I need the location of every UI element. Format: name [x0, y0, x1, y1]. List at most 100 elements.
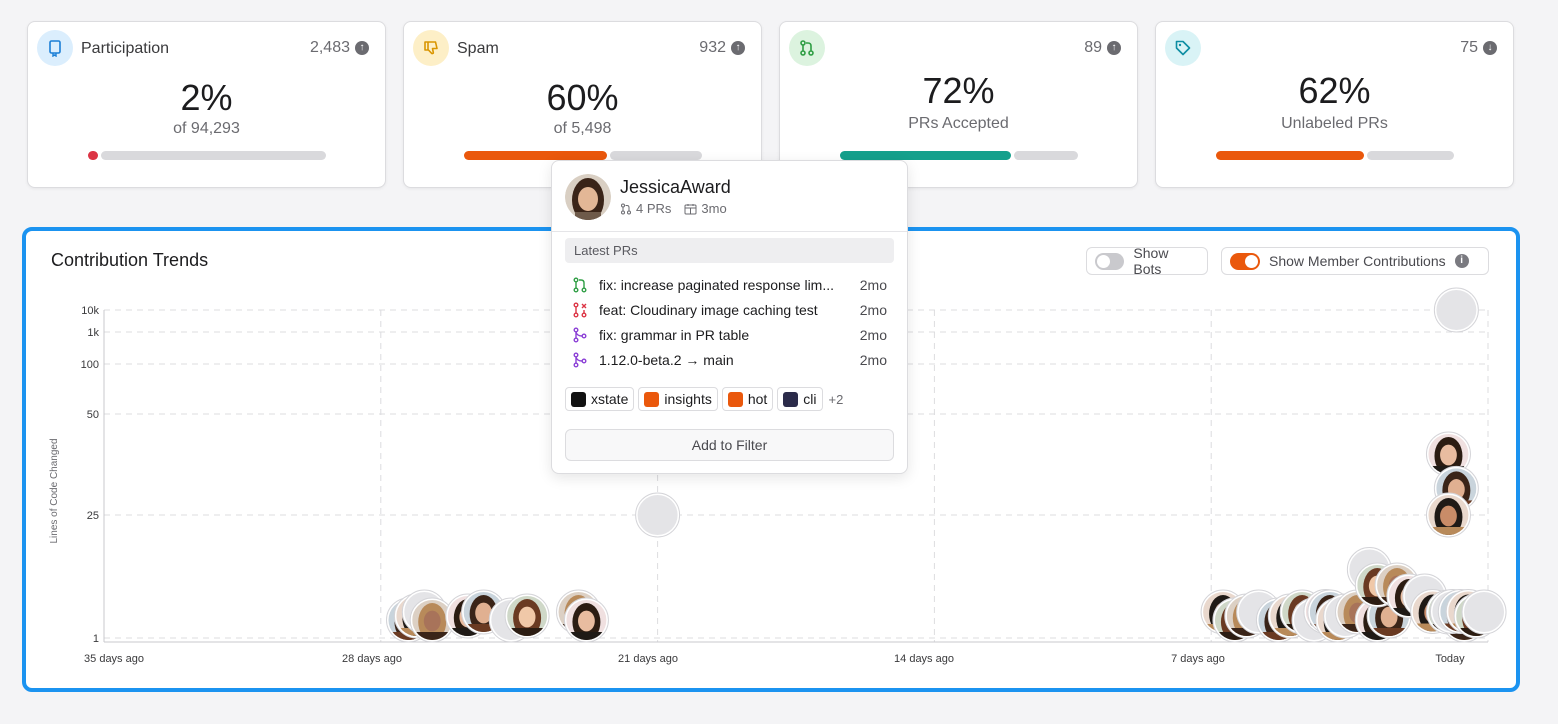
contributor-avatar-point[interactable] — [563, 597, 609, 652]
contributor-avatar[interactable] — [565, 174, 611, 220]
latest-pr-item[interactable]: 1.12.0-beta.2 → main 2mo — [572, 350, 887, 370]
repo-list: xstate insights hot cli +2 — [565, 387, 843, 411]
progress-remainder — [1367, 151, 1454, 160]
x-tick-label: 14 days ago — [894, 653, 954, 665]
repo-name: cli — [803, 391, 817, 407]
card-subtitle: of 5,498 — [553, 120, 612, 137]
card-subtitle: PRs Accepted — [908, 115, 1009, 132]
progress-fill — [464, 151, 607, 160]
stat-card[interactable]: Participation 2,483 ↑ 2% of 94,293 — [27, 21, 386, 188]
repo-name: insights — [664, 391, 712, 407]
card-count-value: 75 — [1460, 39, 1478, 56]
pr-time: 2mo — [859, 352, 887, 368]
contributor-popover: JessicaAward 4 PRs 3mo Latest PRs fix: i… — [551, 160, 908, 474]
add-to-filter-button[interactable]: Add to Filter — [565, 429, 894, 461]
pull-request-icon — [621, 203, 631, 214]
divider — [552, 231, 907, 232]
merged-pr-icon — [573, 352, 587, 368]
arrow-up-icon: ↑ — [1107, 41, 1121, 55]
y-tick-label: 50 — [87, 409, 99, 421]
card-percentage: 62% — [1298, 70, 1371, 111]
latest-pr-item[interactable]: fix: increase paginated response lim... … — [572, 275, 887, 295]
calendar-icon — [684, 203, 697, 214]
progress-bar — [840, 151, 1078, 160]
bookmark-icon — [37, 30, 73, 66]
contributor-avatar-point[interactable] — [635, 492, 681, 538]
pull-request-icon — [789, 30, 825, 66]
card-title: Participation — [81, 40, 170, 57]
x-tick-label: 35 days ago — [84, 653, 144, 665]
contributor-avatar-point[interactable] — [1425, 492, 1471, 547]
card-subtitle: of 94,293 — [173, 120, 240, 137]
pr-time: 2mo — [859, 327, 887, 343]
repo-logo-icon — [783, 391, 799, 407]
card-count: 2,483 ↑ — [310, 39, 369, 57]
more-repos-count[interactable]: +2 — [829, 392, 844, 407]
card-title: Spam — [457, 40, 499, 57]
card-count-value: 932 — [699, 39, 726, 56]
pr-time: 2mo — [859, 277, 887, 293]
repo-logo-icon — [644, 391, 660, 407]
repo-chip[interactable]: cli — [777, 387, 823, 411]
progress-fill — [840, 151, 1011, 160]
latest-pr-item[interactable]: fix: grammar in PR table 2mo — [572, 325, 887, 345]
pr-title: fix: grammar in PR table — [599, 327, 750, 343]
contributor-avatar-point[interactable] — [1433, 287, 1479, 333]
x-tick-label: 21 days ago — [618, 653, 678, 665]
y-axis-label: Lines of Code Changed — [49, 438, 60, 543]
arrow-up-icon: ↑ — [731, 41, 745, 55]
card-count: 89 ↑ — [1084, 39, 1121, 57]
x-tick-label: 7 days ago — [1171, 653, 1225, 665]
arrow-up-icon: ↑ — [355, 41, 369, 55]
repo-chip[interactable]: insights — [638, 387, 718, 411]
progress-fill — [88, 151, 98, 160]
card-count-value: 2,483 — [309, 39, 350, 56]
y-tick-label: 100 — [81, 359, 99, 371]
thumbs-down-icon — [413, 30, 449, 66]
tenure-text: 3mo — [701, 201, 727, 216]
contributor-name[interactable]: JessicaAward — [620, 177, 731, 198]
repo-logo-icon — [571, 391, 586, 407]
card-percentage: 72% — [922, 70, 995, 111]
x-tick-label: Today — [1435, 653, 1465, 665]
y-tick-label: 1 — [93, 633, 99, 645]
card-subtitle: Unlabeled PRs — [1281, 115, 1388, 132]
card-count: 932 ↑ — [699, 39, 745, 57]
repo-chip[interactable]: xstate — [565, 387, 635, 411]
pr-title: 1.12.0-beta.2 → main — [599, 352, 734, 368]
pr-title: feat: Cloudinary image caching test — [599, 302, 818, 318]
contributor-avatar-point[interactable] — [1461, 589, 1507, 635]
pr-time: 2mo — [859, 302, 887, 318]
progress-bar — [88, 151, 326, 160]
progress-remainder — [101, 151, 326, 160]
tenure: 3mo — [684, 201, 727, 216]
tag-icon — [1165, 30, 1201, 66]
y-tick-label: 25 — [87, 510, 99, 522]
y-tick-label: 10k — [81, 305, 99, 317]
repo-name: xstate — [591, 391, 629, 407]
progress-bar — [464, 151, 702, 160]
stat-card[interactable]: 75 ↓ 62% Unlabeled PRs — [1155, 21, 1514, 188]
progress-remainder — [1014, 151, 1078, 160]
repo-chip[interactable]: hot — [721, 387, 774, 411]
progress-bar — [1216, 151, 1454, 160]
open-pr-icon — [573, 277, 587, 293]
pr-count: 4 PRs — [620, 201, 671, 216]
pr-count-text: 4 PRs — [636, 201, 672, 216]
latest-prs-heading: Latest PRs — [565, 238, 894, 263]
closed-pr-icon — [573, 302, 587, 318]
latest-pr-item[interactable]: feat: Cloudinary image caching test 2mo — [572, 300, 887, 320]
merged-pr-icon — [573, 327, 587, 343]
progress-fill — [1216, 151, 1364, 160]
repo-name: hot — [747, 391, 768, 407]
y-tick-label: 1k — [87, 327, 99, 339]
repo-logo-icon — [727, 391, 743, 407]
pr-title: fix: increase paginated response lim... — [599, 277, 835, 293]
card-count: 75 ↓ — [1460, 39, 1497, 57]
card-count-value: 89 — [1084, 39, 1102, 56]
card-percentage: 60% — [546, 77, 619, 118]
progress-remainder — [610, 151, 702, 160]
arrow-down-icon: ↓ — [1483, 41, 1497, 55]
card-percentage: 2% — [180, 77, 233, 118]
x-tick-label: 28 days ago — [342, 653, 402, 665]
